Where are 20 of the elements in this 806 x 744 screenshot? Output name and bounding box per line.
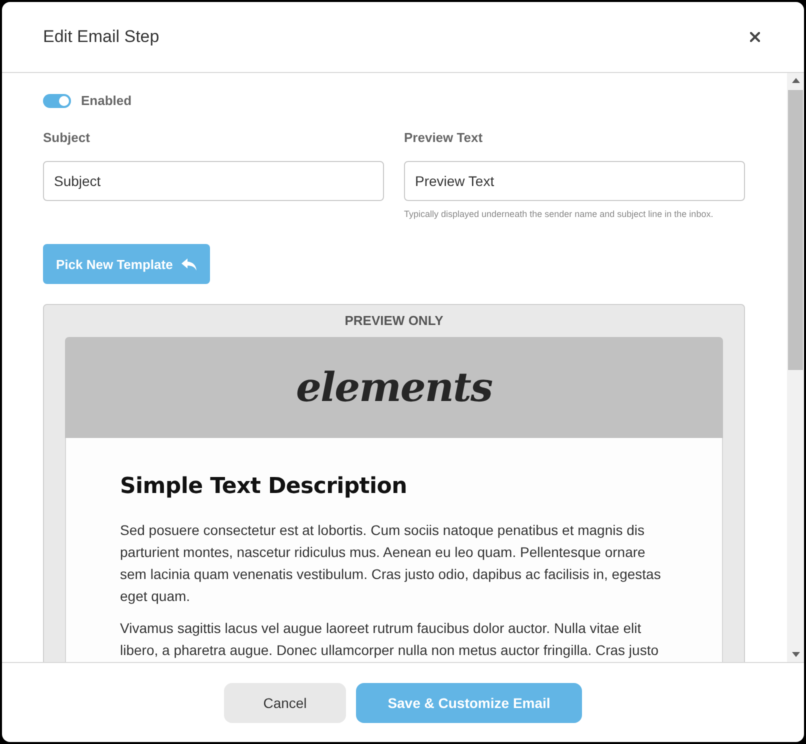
scroll-up-icon[interactable] [792, 78, 800, 83]
logo-text: elements [296, 362, 492, 412]
field-label: Subject [43, 130, 90, 146]
email-paragraph: Sed posuere consectetur est at lobortis. Cum sociis natoque penatibus et magnis dis parturient montes, nascetur ridiculus mus. Aenean eu leo quam. Pellentesque ornare sem lacinia quam venenatis vestibulum. Cras justo odio, dapibus ac facilisis in, egestas eget quam. [120, 521, 662, 606]
email-heading: Simple Text Description [120, 473, 408, 501]
scrollbar-thumb[interactable] [788, 90, 803, 370]
text-field[interactable]: Subject [43, 161, 384, 201]
cancel-button[interactable]: Cancel [224, 682, 346, 722]
text-field[interactable]: Preview Text [404, 161, 745, 201]
helper-text: Typically displayed underneath the sender name and subject line in the inbox. [404, 208, 714, 220]
toggle-switch[interactable] [43, 94, 71, 108]
scrollbar[interactable] [787, 73, 804, 662]
email-paragraph: Vivamus sagittis lacus vel augue laoreet rutrum faucibus dolor auctor. Nulla vitae elit libero, a pharetra augue. Donec ullamcorper nulla non metus auctor fringilla. Cras justo [120, 619, 660, 660]
reply-arrow-icon [180, 258, 197, 270]
preview-caption: PREVIEW ONLY [344, 313, 444, 329]
scroll-down-icon[interactable] [792, 652, 800, 657]
close-icon[interactable] [750, 32, 760, 42]
dialog-title: Edit Email Step [43, 26, 160, 48]
field-label: Preview Text [404, 130, 483, 146]
toggle-label: Enabled [81, 93, 132, 109]
